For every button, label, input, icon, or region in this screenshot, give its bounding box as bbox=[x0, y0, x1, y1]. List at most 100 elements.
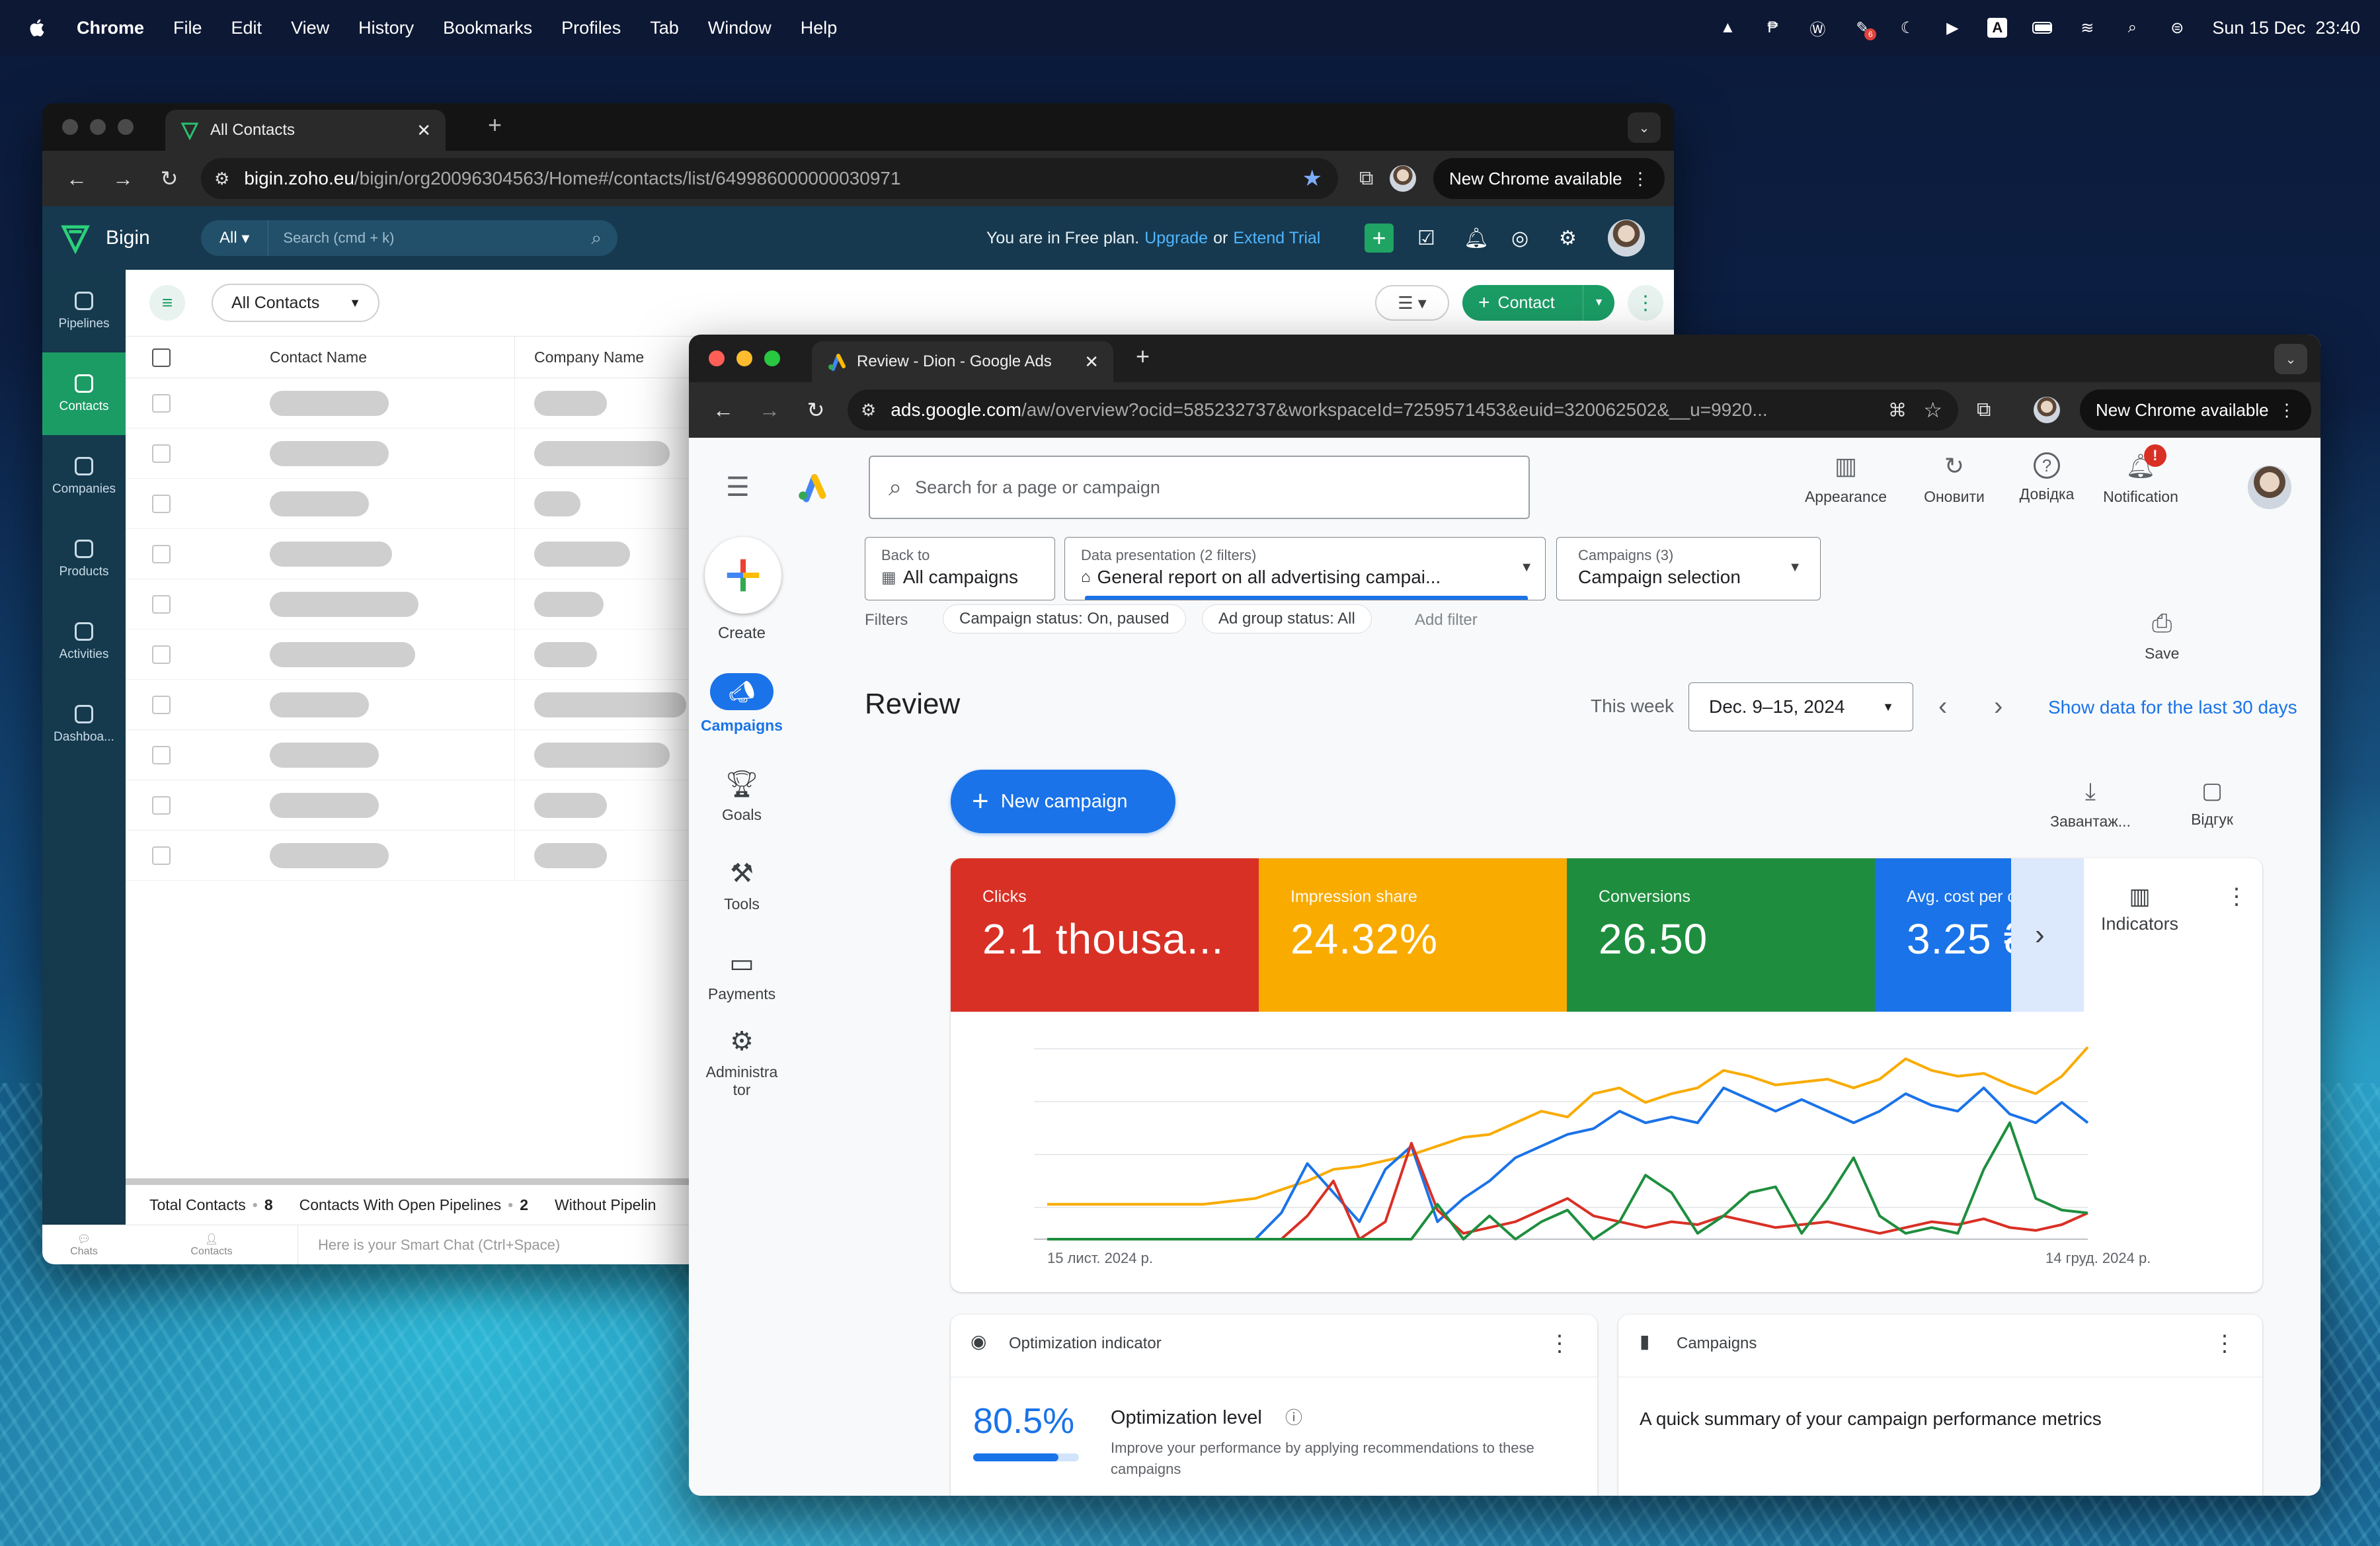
view-select-dropdown[interactable]: All Contacts ▼ bbox=[212, 284, 379, 322]
feedback-button[interactable]: ▢ Відгук bbox=[2179, 778, 2245, 829]
row-checkbox[interactable] bbox=[152, 595, 171, 614]
tasks-icon[interactable]: ☑ bbox=[1417, 227, 1435, 250]
sidebar-item-dashboa[interactable]: Dashboa... bbox=[42, 683, 126, 766]
menu-window[interactable]: Window bbox=[708, 18, 772, 38]
menu-help[interactable]: Help bbox=[801, 18, 838, 38]
minimize-window-button[interactable] bbox=[90, 119, 106, 135]
card-more-icon[interactable]: ⋮ bbox=[2225, 883, 2248, 910]
menu-history[interactable]: History bbox=[358, 18, 414, 38]
rail-item-tools[interactable]: ⚒ Tools bbox=[689, 858, 795, 913]
download-button[interactable]: ⤓ Завантаж... bbox=[2044, 778, 2137, 831]
bookmark-star-icon[interactable]: ☆ bbox=[1923, 397, 1942, 423]
site-info-icon[interactable]: ⚙ bbox=[861, 400, 876, 421]
menu-profiles[interactable]: Profiles bbox=[561, 18, 621, 38]
wifi-icon[interactable]: ≋ bbox=[2077, 18, 2097, 38]
bell-button[interactable]: 🔔︎! Notification bbox=[2094, 444, 2187, 506]
next-period-icon[interactable]: › bbox=[1994, 692, 2003, 721]
wordpress-icon[interactable]: Ⓦ bbox=[1807, 18, 1827, 39]
back-icon[interactable]: ← bbox=[711, 398, 735, 423]
omnibox[interactable]: ⚙ ads.google.com /aw/overview?ocid=58523… bbox=[848, 389, 1958, 430]
contacts-chat-tab[interactable]: 👤︎ Contacts bbox=[126, 1233, 298, 1258]
sidebar-item-pipelines[interactable]: Pipelines bbox=[42, 270, 126, 352]
omnibox[interactable]: ⚙ bigin.zoho.eu /bigin/org20096304563/Ho… bbox=[201, 158, 1338, 199]
upgrade-link[interactable]: Upgrade bbox=[1144, 229, 1208, 248]
row-checkbox[interactable] bbox=[152, 796, 171, 815]
tile-scroll-next[interactable]: › bbox=[2011, 858, 2084, 1012]
minimize-window-button[interactable] bbox=[736, 350, 752, 366]
hamburger-menu-icon[interactable]: ☰ bbox=[726, 472, 750, 503]
reload-icon[interactable]: ↻ bbox=[157, 166, 181, 191]
indicators-button[interactable]: ▥ Indicators bbox=[2101, 883, 2178, 934]
bell-icon[interactable]: 🔔︎ bbox=[1464, 227, 1489, 250]
back-to-all-campaigns-button[interactable]: Back to ▦ All campaigns bbox=[865, 537, 1055, 600]
rail-item-payments[interactable]: ▭ Payments bbox=[689, 948, 795, 1003]
row-checkbox[interactable] bbox=[152, 846, 171, 865]
filter-chip-campaign-status[interactable]: Campaign status: On, paused bbox=[943, 604, 1186, 633]
extensions-icon[interactable]: ⧉ bbox=[1977, 399, 1991, 421]
signals-icon[interactable]: ◎ bbox=[1511, 227, 1528, 250]
add-filter-button[interactable]: Add filter bbox=[1415, 611, 1478, 630]
user-avatar[interactable] bbox=[1608, 220, 1645, 257]
notification-tray-icon[interactable]: ✎ 6 bbox=[1852, 18, 1877, 40]
menu-app-name[interactable]: Chrome bbox=[77, 18, 144, 38]
sidebar-item-contacts[interactable]: Contacts bbox=[42, 352, 126, 435]
new-campaign-button[interactable]: + New campaign bbox=[951, 770, 1175, 833]
data-presentation-dropdown[interactable]: Data presentation (2 filters) ⌂ General r… bbox=[1064, 537, 1546, 600]
help-button[interactable]: ? Довідка bbox=[2001, 452, 2093, 503]
settings-gear-icon[interactable]: ⚙ bbox=[1559, 227, 1577, 250]
add-contact-dropdown[interactable]: ▼ bbox=[1583, 285, 1614, 321]
menu-tab[interactable]: Tab bbox=[650, 18, 679, 38]
vlc-icon[interactable]: ▲ bbox=[1718, 18, 1737, 38]
new-chrome-available-button[interactable]: New Chrome available ⋮ bbox=[1433, 158, 1665, 199]
kpi-tile-conversions[interactable]: Conversions 26.50 bbox=[1567, 858, 1875, 1012]
close-tab-icon[interactable]: ✕ bbox=[1084, 352, 1099, 372]
save-button[interactable]: ⎙ Save bbox=[2145, 610, 2179, 663]
list-view-toggle[interactable]: ☰ ▾ bbox=[1375, 285, 1449, 321]
search-icon[interactable]: ⌕ bbox=[591, 227, 602, 249]
filter-icon[interactable]: ≡ bbox=[149, 285, 185, 321]
kpi-tile-clicks[interactable]: Clicks 2.1 thousa... bbox=[951, 858, 1259, 1012]
previous-period-icon[interactable]: ‹ bbox=[1938, 692, 1947, 721]
more-menu-icon[interactable]: ⋮ bbox=[2278, 400, 2295, 421]
filter-chip-ad-group-status[interactable]: Ad group status: All bbox=[1202, 604, 1372, 633]
close-tab-icon[interactable]: ✕ bbox=[416, 120, 431, 141]
back-icon[interactable]: ← bbox=[65, 167, 89, 191]
search-icon[interactable]: ⌕ bbox=[2122, 18, 2142, 38]
chats-tab[interactable]: 💬︎ Chats bbox=[42, 1233, 126, 1258]
smart-chat-input[interactable]: Here is your Smart Chat (Ctrl+Space) bbox=[298, 1225, 560, 1264]
row-checkbox[interactable] bbox=[152, 394, 171, 413]
more-actions-icon[interactable]: ⋮ bbox=[1628, 285, 1663, 321]
moon-icon[interactable]: ☾ bbox=[1897, 18, 1917, 38]
card-more-icon[interactable]: ⋮ bbox=[1548, 1330, 1571, 1357]
reload-icon[interactable]: ↻ bbox=[804, 397, 828, 423]
control-center-icon[interactable]: ⊜ bbox=[2167, 18, 2187, 38]
close-window-button[interactable] bbox=[62, 119, 78, 135]
column-contact-name[interactable]: Contact Name bbox=[270, 348, 367, 366]
row-checkbox[interactable] bbox=[152, 645, 171, 664]
menu-file[interactable]: File bbox=[173, 18, 202, 38]
row-checkbox[interactable] bbox=[152, 545, 171, 563]
search-input[interactable]: Search (cmd + k) bbox=[268, 229, 394, 247]
campaign-selection-dropdown[interactable]: Campaigns (3) Campaign selection ▼ bbox=[1556, 537, 1821, 600]
profile-avatar[interactable] bbox=[1390, 165, 1416, 192]
show-last-30-days-link[interactable]: Show data for the last 30 days bbox=[2048, 697, 2297, 718]
tab-search-button[interactable]: ⌄ bbox=[1628, 112, 1661, 143]
sidebar-item-activities[interactable]: Activities bbox=[42, 600, 126, 683]
translate-tray-icon[interactable]: ₱ bbox=[1763, 18, 1782, 38]
search-input[interactable]: ⌕ Search for a page or campaign bbox=[869, 456, 1530, 519]
forward-icon[interactable]: → bbox=[111, 167, 135, 191]
zoom-window-button[interactable] bbox=[764, 350, 780, 366]
zoom-window-button[interactable] bbox=[118, 119, 134, 135]
battery-icon[interactable] bbox=[2032, 18, 2053, 38]
sidebar-item-products[interactable]: Products bbox=[42, 518, 126, 600]
bookmark-star-icon[interactable]: ★ bbox=[1302, 165, 1322, 192]
menu-view[interactable]: View bbox=[291, 18, 329, 38]
kpi-tile-avg-cost-per-click[interactable]: Avg. cost per click 3.25 ₴ bbox=[1875, 858, 2011, 1012]
apple-logo-icon[interactable] bbox=[28, 18, 45, 38]
new-chrome-available-button[interactable]: New Chrome available ⋮ bbox=[2080, 389, 2311, 430]
column-company-name[interactable]: Company Name bbox=[534, 348, 644, 366]
site-info-icon[interactable]: ⚙ bbox=[214, 169, 229, 189]
row-checkbox[interactable] bbox=[152, 696, 171, 714]
global-search[interactable]: All ▾ Search (cmd + k) ⌕ bbox=[201, 220, 617, 256]
tab-search-button[interactable]: ⌄ bbox=[2274, 344, 2307, 374]
